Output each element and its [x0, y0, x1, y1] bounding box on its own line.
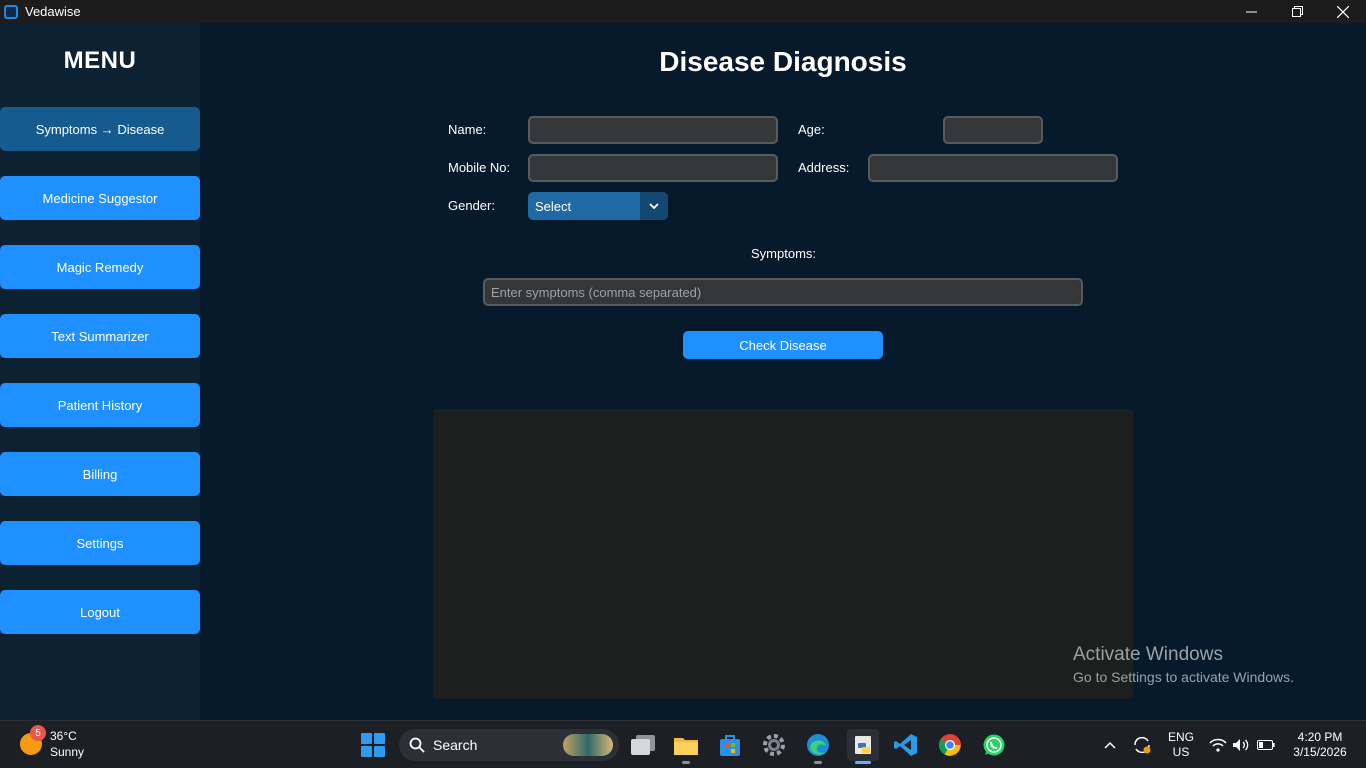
sidebar-item-logout[interactable]: Logout: [0, 590, 200, 634]
store-icon[interactable]: [716, 731, 744, 759]
task-view-icon[interactable]: [629, 731, 657, 759]
search-highlight-image: [563, 734, 613, 756]
sidebar-item-text-summarizer[interactable]: Text Summarizer: [0, 314, 200, 358]
edge-icon[interactable]: [804, 731, 832, 759]
sidebar-item-patient-history[interactable]: Patient History: [0, 383, 200, 427]
sidebar-item-settings[interactable]: Settings: [0, 521, 200, 565]
wifi-icon[interactable]: [1206, 731, 1230, 759]
close-icon: [1337, 5, 1349, 18]
watermark-subtitle: Go to Settings to activate Windows.: [1073, 669, 1294, 685]
weather-widget[interactable]: 5 36°C Sunny: [20, 725, 85, 760]
language-line1: ENG: [1167, 730, 1194, 744]
restore-icon: [1291, 6, 1303, 17]
weather-desc: Sunny: [50, 745, 85, 759]
sidebar-item-magic-remedy[interactable]: Magic Remedy: [0, 245, 200, 289]
clock-time: 4:20 PM: [1297, 730, 1343, 744]
name-label: Name:: [448, 122, 487, 137]
edge-running-indicator: [814, 761, 822, 764]
gender-label: Gender:: [448, 198, 495, 213]
activate-windows-watermark: Activate Windows Go to Settings to activ…: [1073, 644, 1294, 685]
sync-icon[interactable]: [1130, 731, 1154, 759]
symptoms-label: Symptoms:: [751, 246, 817, 261]
python-icon[interactable]: [847, 729, 879, 761]
address-input[interactable]: [868, 154, 1118, 182]
result-textbox[interactable]: [433, 409, 1133, 699]
volume-icon[interactable]: [1229, 731, 1253, 759]
search-icon: [409, 737, 425, 753]
age-input[interactable]: [943, 116, 1043, 144]
battery-icon[interactable]: [1254, 731, 1278, 759]
language-line2: US: [1172, 745, 1190, 759]
menu-title: MENU: [63, 47, 137, 74]
taskbar-search[interactable]: Search: [399, 729, 619, 761]
whatsapp-icon[interactable]: [980, 731, 1008, 759]
page-title: Disease Diagnosis: [659, 46, 907, 77]
window-controls: [1228, 0, 1366, 23]
sidebar-item-billing[interactable]: Billing: [0, 452, 200, 496]
restore-button[interactable]: [1274, 0, 1320, 23]
app-icon: [4, 4, 18, 19]
chrome-icon[interactable]: [936, 731, 964, 759]
watermark-title: Activate Windows: [1073, 644, 1223, 665]
gender-select[interactable]: Select: [528, 192, 668, 220]
minimize-button[interactable]: [1228, 0, 1274, 23]
start-button[interactable]: [361, 733, 385, 757]
name-input[interactable]: [528, 116, 778, 144]
clock[interactable]: 4:20 PM 3/15/2026: [1286, 730, 1354, 760]
language-indicator[interactable]: ENG US: [1164, 730, 1198, 760]
symptoms-input[interactable]: [483, 278, 1083, 306]
gender-selected-value: Select: [535, 198, 572, 214]
clock-date: 3/15/2026: [1293, 745, 1347, 759]
mobile-label: Mobile No:: [448, 160, 511, 175]
mobile-input[interactable]: [528, 154, 778, 182]
file-explorer-icon[interactable]: [672, 731, 700, 759]
close-button[interactable]: [1320, 0, 1366, 23]
search-label: Search: [433, 737, 478, 753]
title-bar: Vedawise: [0, 0, 1366, 23]
address-label: Address:: [798, 160, 850, 175]
check-disease-button[interactable]: Check Disease: [683, 331, 883, 359]
chevron-down-icon[interactable]: [640, 192, 668, 220]
file-explorer-running-indicator: [682, 761, 690, 764]
minimize-icon: [1245, 11, 1257, 13]
settings-icon[interactable]: [760, 731, 788, 759]
windows-logo-icon: [361, 733, 372, 744]
taskbar: 5 36°C Sunny Search ENG US 4:20 PM 3/15/…: [0, 720, 1366, 768]
weather-temp: 36°C: [50, 729, 77, 743]
sidebar-item-symptoms-disease[interactable]: Symptoms → Disease: [0, 107, 200, 151]
chevron-up-icon[interactable]: [1098, 731, 1122, 759]
sun-icon: 5: [20, 725, 46, 755]
window-title: Vedawise: [25, 4, 81, 19]
vscode-icon[interactable]: [892, 731, 920, 759]
weather-badge: 5: [30, 725, 46, 741]
sidebar-item-medicine-suggestor[interactable]: Medicine Suggestor: [0, 176, 200, 220]
python-active-indicator: [855, 761, 871, 764]
age-label: Age:: [798, 122, 825, 137]
